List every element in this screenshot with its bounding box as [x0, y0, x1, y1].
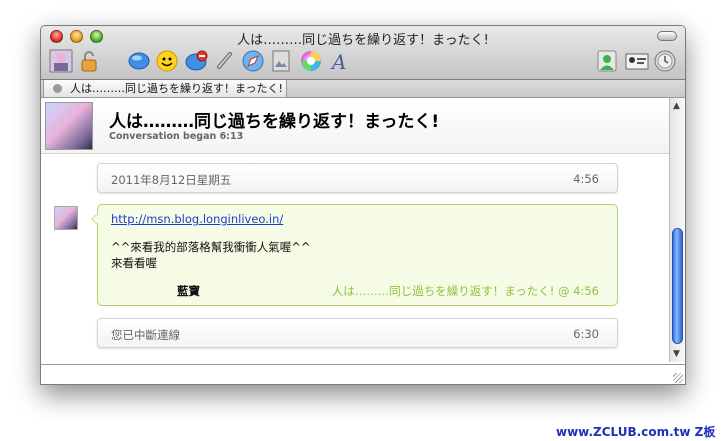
message-link[interactable]: http://msn.blog.longinliveo.in/	[111, 212, 283, 226]
message-line: 來看看喔	[111, 256, 157, 270]
user-status-icon[interactable]	[595, 48, 619, 74]
safari-icon[interactable]	[241, 48, 265, 74]
history-icon[interactable]	[653, 48, 677, 74]
image-icon[interactable]	[269, 48, 293, 74]
attachment-icon[interactable]	[213, 48, 237, 74]
tab-label: 人は………同じ過ちを繰り返す！まったく!	[70, 82, 283, 95]
message-sender: 藍寶	[177, 284, 200, 298]
date-separator: 2011年8月12日星期五 4:56	[97, 163, 618, 193]
vertical-scrollbar[interactable]: ▲ ▼	[669, 98, 685, 362]
status-label: 您已中斷連線	[111, 328, 180, 342]
tab-close-icon[interactable]	[53, 84, 62, 93]
scroll-thumb[interactable]	[672, 228, 683, 344]
chat-window: 人は………同じ過ちを繰り返す！まったく! A 人は………同じ過ちを繰り返す！まっ…	[40, 25, 686, 385]
tab-conversation[interactable]: 人は………同じ過ちを繰り返す！まったく!	[43, 80, 287, 98]
svg-text:A: A	[330, 50, 346, 73]
scroll-up-arrow-icon[interactable]: ▲	[673, 101, 680, 111]
message-meta: 人は………同じ過ちを繰り返す！まったく! @ 4:56	[331, 284, 599, 298]
toolbar-toggle-button[interactable]	[657, 31, 677, 41]
bubble-icon[interactable]	[127, 48, 151, 74]
lock-icon[interactable]	[77, 48, 101, 74]
status-separator: 您已中斷連線 6:30	[97, 318, 618, 348]
date-label: 2011年8月12日星期五	[111, 173, 232, 187]
contact-name: 人は………同じ過ちを繰り返す！まったく!	[109, 112, 440, 132]
contact-avatar	[45, 102, 93, 150]
watermark: www.ZCLUB.com.tw Z板	[556, 425, 716, 439]
status-time: 6:30	[573, 327, 599, 341]
bubble-tail	[91, 213, 98, 225]
block-icon[interactable]	[185, 48, 209, 74]
title-bar: 人は………同じ過ちを繰り返す！まったく! A	[41, 26, 685, 80]
font-icon[interactable]: A	[327, 48, 351, 74]
smiley-icon[interactable]	[155, 48, 179, 74]
contact-card-icon[interactable]	[625, 48, 649, 74]
sender-avatar	[54, 206, 78, 230]
toolbar: A	[47, 48, 679, 76]
message-line: ^^來看我的部落格幫我衝衝人氣喔^^	[111, 240, 311, 254]
avatar-icon[interactable]	[49, 48, 73, 74]
message-input[interactable]	[41, 364, 685, 384]
tab-bar: 人は………同じ過ちを繰り返す！まったく!	[41, 80, 685, 98]
conversation-view: 人は………同じ過ちを繰り返す！まったく! Conversation began …	[41, 98, 669, 362]
color-wheel-icon[interactable]	[299, 48, 323, 74]
window-title: 人は………同じ過ちを繰り返す！まったく!	[237, 33, 489, 48]
conversation-header: 人は………同じ過ちを繰り返す！まったく! Conversation began …	[41, 98, 669, 154]
message-bubble: http://msn.blog.longinliveo.in/ ^^來看我的部落…	[91, 204, 618, 306]
scroll-down-arrow-icon[interactable]: ▼	[673, 349, 680, 359]
conversation-began: Conversation began 6:13	[109, 131, 244, 142]
date-time: 4:56	[573, 172, 599, 186]
resize-grip-icon[interactable]	[673, 373, 683, 383]
